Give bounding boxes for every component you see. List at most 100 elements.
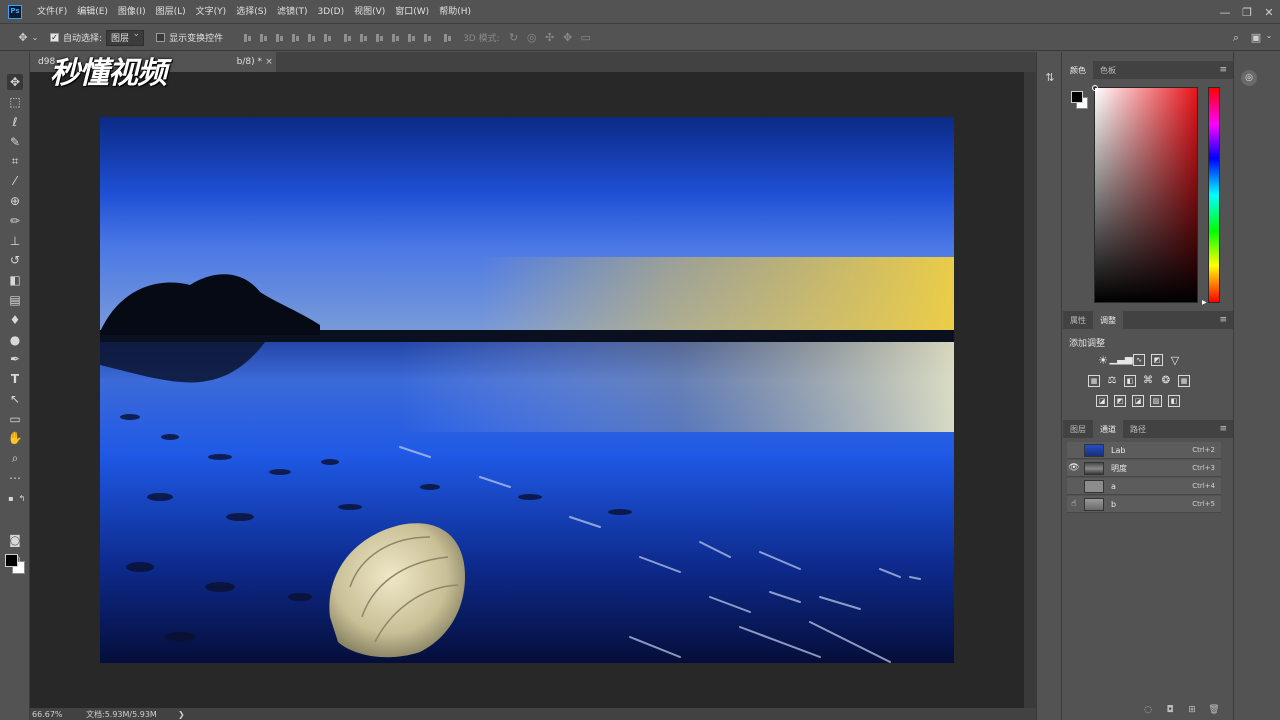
channel-row-a[interactable]: a Ctrl+4: [1067, 478, 1221, 495]
channel-row-lightness[interactable]: 👁 明度 Ctrl+3: [1067, 460, 1221, 477]
auto-select-checkbox[interactable]: ✓: [50, 33, 59, 42]
workspace-icon[interactable]: ▣: [1250, 31, 1262, 44]
color-picker-field[interactable]: [1092, 85, 1198, 303]
align-hcenter-icon[interactable]: [307, 32, 317, 44]
channel-row-lab[interactable]: Lab Ctrl+2: [1067, 442, 1221, 459]
distribute-right-icon[interactable]: [423, 32, 433, 44]
distribute-bottom-icon[interactable]: [375, 32, 385, 44]
auto-select-dropdown[interactable]: 图层: [106, 29, 145, 46]
canvas-scrollbar[interactable]: [1024, 72, 1036, 708]
color-balance-icon[interactable]: ⚖: [1106, 375, 1118, 387]
threshold-icon[interactable]: ◪: [1132, 395, 1144, 407]
quick-mask-icon[interactable]: ◙: [7, 532, 23, 548]
show-transform-checkbox[interactable]: [156, 33, 166, 42]
panel-menu-icon[interactable]: ≡: [1219, 65, 1227, 75]
panel-menu-icon[interactable]: ≡: [1219, 424, 1227, 434]
hand-tool-icon[interactable]: ✋: [7, 430, 23, 446]
history-panel-icon[interactable]: ⇅: [1043, 70, 1057, 84]
menu-image[interactable]: 图像(I): [113, 0, 151, 24]
gradient-tool-icon[interactable]: ▤: [7, 292, 23, 308]
selective-color-icon[interactable]: ▨: [1150, 395, 1162, 407]
pointer-cursor-icon[interactable]: ☝: [1067, 496, 1081, 513]
more-tools-icon[interactable]: ⋯: [7, 470, 23, 486]
foreground-color-swatch[interactable]: [5, 554, 18, 567]
path-select-tool-icon[interactable]: ↖: [7, 391, 23, 407]
black-white-icon[interactable]: ◧: [1124, 375, 1136, 387]
auto-align-icon[interactable]: [443, 32, 453, 44]
3d-slide-icon[interactable]: ✥: [562, 31, 574, 44]
invert-icon[interactable]: ◪: [1096, 395, 1108, 407]
brush-tool-icon[interactable]: ✏: [7, 213, 23, 229]
dodge-tool-icon[interactable]: ●: [7, 332, 23, 348]
close-button[interactable]: ✕: [1258, 0, 1280, 24]
marquee-tool-icon[interactable]: ⬚: [7, 94, 23, 110]
delete-channel-icon[interactable]: 🗑: [1208, 705, 1219, 715]
menu-type[interactable]: 文字(Y): [191, 0, 232, 24]
new-channel-icon[interactable]: ⊞: [1187, 705, 1197, 715]
eyedropper-tool-icon[interactable]: ⁄: [7, 173, 23, 189]
brightness-contrast-icon[interactable]: ☀: [1097, 354, 1109, 366]
3d-roll-icon[interactable]: ◎: [526, 31, 538, 44]
tab-properties[interactable]: 属性: [1063, 311, 1093, 329]
search-icon[interactable]: ⌕: [1230, 31, 1242, 45]
channel-row-b[interactable]: ☝ b Ctrl+5: [1067, 496, 1221, 513]
exposure-icon[interactable]: ◩: [1151, 354, 1163, 366]
workspace-chevron-icon[interactable]: ⌄: [1264, 31, 1274, 40]
minimize-button[interactable]: —: [1214, 0, 1236, 24]
move-tool-icon[interactable]: ✥: [7, 74, 23, 90]
vibrance-icon[interactable]: ▽: [1169, 354, 1181, 366]
foreground-color-swatch[interactable]: [1071, 91, 1083, 103]
3d-drag-icon[interactable]: ✣: [544, 31, 556, 44]
align-bottom-icon[interactable]: [275, 32, 285, 44]
load-selection-icon[interactable]: ◌: [1143, 705, 1153, 715]
restore-button[interactable]: ❐: [1236, 0, 1258, 24]
align-vcenter-icon[interactable]: [259, 32, 269, 44]
lasso-tool-icon[interactable]: ℓ: [7, 114, 23, 130]
menu-filter[interactable]: 滤镜(T): [272, 0, 313, 24]
creative-cloud-icon[interactable]: ◎: [1241, 70, 1257, 86]
swap-colors-icon[interactable]: ↰: [14, 490, 30, 506]
align-left-icon[interactable]: [291, 32, 301, 44]
posterize-icon[interactable]: ◩: [1114, 395, 1126, 407]
hue-saturation-icon[interactable]: ▦: [1088, 375, 1100, 387]
menu-view[interactable]: 视图(V): [349, 0, 390, 24]
blur-tool-icon[interactable]: ♦: [7, 312, 23, 328]
history-brush-tool-icon[interactable]: ↺: [7, 252, 23, 268]
photo-filter-icon[interactable]: ⌘: [1142, 375, 1154, 387]
menu-3d[interactable]: 3D(D): [312, 0, 349, 24]
menu-select[interactable]: 选择(S): [231, 0, 272, 24]
align-top-icon[interactable]: [243, 32, 253, 44]
curves-icon[interactable]: ∿: [1133, 354, 1145, 366]
tab-color[interactable]: 颜色: [1063, 61, 1093, 79]
hue-slider-handle-icon[interactable]: ▶: [1202, 299, 1207, 306]
clone-stamp-tool-icon[interactable]: ⊥: [7, 233, 23, 249]
tool-preset-chevron-icon[interactable]: ⌄: [30, 33, 40, 42]
close-icon[interactable]: ×: [262, 57, 276, 67]
menu-file[interactable]: 文件(F): [32, 0, 72, 24]
move-tool-icon[interactable]: ✥: [16, 31, 30, 44]
type-tool-icon[interactable]: T: [7, 371, 23, 387]
gradient-map-icon[interactable]: ◧: [1168, 395, 1180, 407]
menu-window[interactable]: 窗口(W): [390, 0, 434, 24]
panel-menu-icon[interactable]: ≡: [1219, 315, 1227, 325]
menu-edit[interactable]: 编辑(E): [72, 0, 113, 24]
3d-rotate-icon[interactable]: ↻: [508, 31, 520, 44]
distribute-hcenter-icon[interactable]: [407, 32, 417, 44]
zoom-tool-icon[interactable]: ⌕: [7, 450, 23, 466]
pen-tool-icon[interactable]: ✒: [7, 351, 23, 367]
channel-mixer-icon[interactable]: ❂: [1160, 375, 1172, 387]
eye-icon[interactable]: 👁: [1067, 460, 1081, 477]
levels-icon[interactable]: ▁▃▅: [1109, 354, 1132, 366]
tab-swatches[interactable]: 色板: [1093, 61, 1123, 79]
menu-layer[interactable]: 图层(L): [151, 0, 191, 24]
visibility-toggle[interactable]: [1067, 442, 1081, 459]
tab-adjustments[interactable]: 调整: [1093, 311, 1123, 329]
tab-channels[interactable]: 通道: [1093, 420, 1123, 438]
healing-brush-tool-icon[interactable]: ⊕: [7, 193, 23, 209]
crop-tool-icon[interactable]: ⌗: [7, 153, 23, 169]
color-lookup-icon[interactable]: ▦: [1178, 375, 1190, 387]
menu-help[interactable]: 帮助(H): [434, 0, 476, 24]
visibility-toggle[interactable]: [1067, 478, 1081, 495]
color-swatches[interactable]: [5, 554, 27, 576]
eraser-tool-icon[interactable]: ◧: [7, 272, 23, 288]
